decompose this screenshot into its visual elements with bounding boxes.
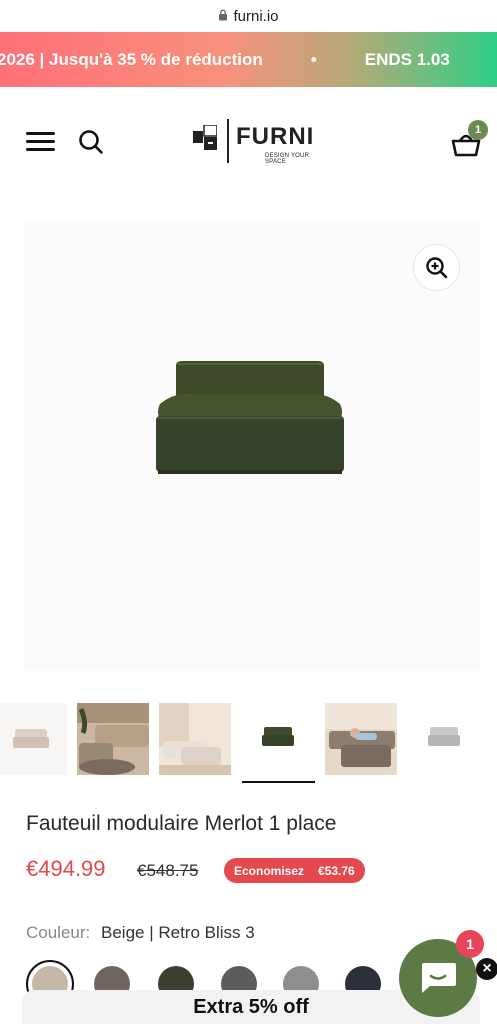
color-label: Couleur:	[26, 923, 91, 942]
original-price: €548.75	[137, 861, 199, 880]
close-icon[interactable]: ×	[476, 958, 497, 980]
thumbnail-3[interactable]	[159, 703, 231, 775]
thumbnail-1[interactable]	[0, 703, 67, 775]
hamburger-menu-icon[interactable]	[26, 132, 56, 152]
promo-text: 2026 | Jusqu'à 35 % de réduction	[0, 49, 263, 69]
thumbnail-5[interactable]	[325, 703, 397, 775]
browser-url-bar[interactable]: furni.io	[0, 0, 497, 32]
thumbnail-active-indicator	[242, 781, 315, 783]
thumbnail-2[interactable]	[77, 703, 149, 775]
logo-mark-icon	[193, 125, 217, 150]
logo-word: FURNI	[236, 123, 315, 150]
lock-icon	[218, 9, 228, 24]
savings-label: Economisez	[234, 863, 305, 878]
color-selector-label: Couleur: Beige | Retro Bliss 3	[26, 923, 255, 943]
chat-notification-badge: 1	[456, 930, 484, 958]
savings-badge: Economisez €53.76	[224, 858, 365, 883]
promo-separator: •	[310, 49, 317, 69]
thumbnail-4[interactable]	[242, 703, 314, 775]
zoom-in-icon	[425, 256, 447, 278]
thumbnail-6[interactable]	[408, 703, 480, 775]
green-sofa-image	[156, 361, 344, 474]
furni-logo[interactable]: FURNI DESIGN YOUR SPACE	[193, 117, 313, 165]
chat-bubble-icon	[422, 963, 456, 993]
product-title: Fauteuil modulaire Merlot 1 place	[26, 812, 337, 835]
cart-count-badge: 1	[468, 120, 488, 140]
search-icon[interactable]	[78, 129, 104, 155]
savings-amount: €53.76	[318, 863, 355, 878]
url-text: furni.io	[233, 7, 279, 25]
zoom-button[interactable]	[413, 244, 460, 291]
color-value: Beige | Retro Bliss 3	[101, 923, 255, 942]
promo-banner[interactable]: 2026 | Jusqu'à 35 % de réduction • ENDS …	[0, 32, 497, 87]
logo-tagline: DESIGN YOUR SPACE	[265, 153, 310, 165]
promo-countdown: ENDS 1.03	[364, 49, 450, 69]
sale-price: €494.99	[26, 856, 106, 881]
site-header: FURNI DESIGN YOUR SPACE 1	[0, 87, 497, 197]
thumbnail-strip	[0, 703, 497, 783]
